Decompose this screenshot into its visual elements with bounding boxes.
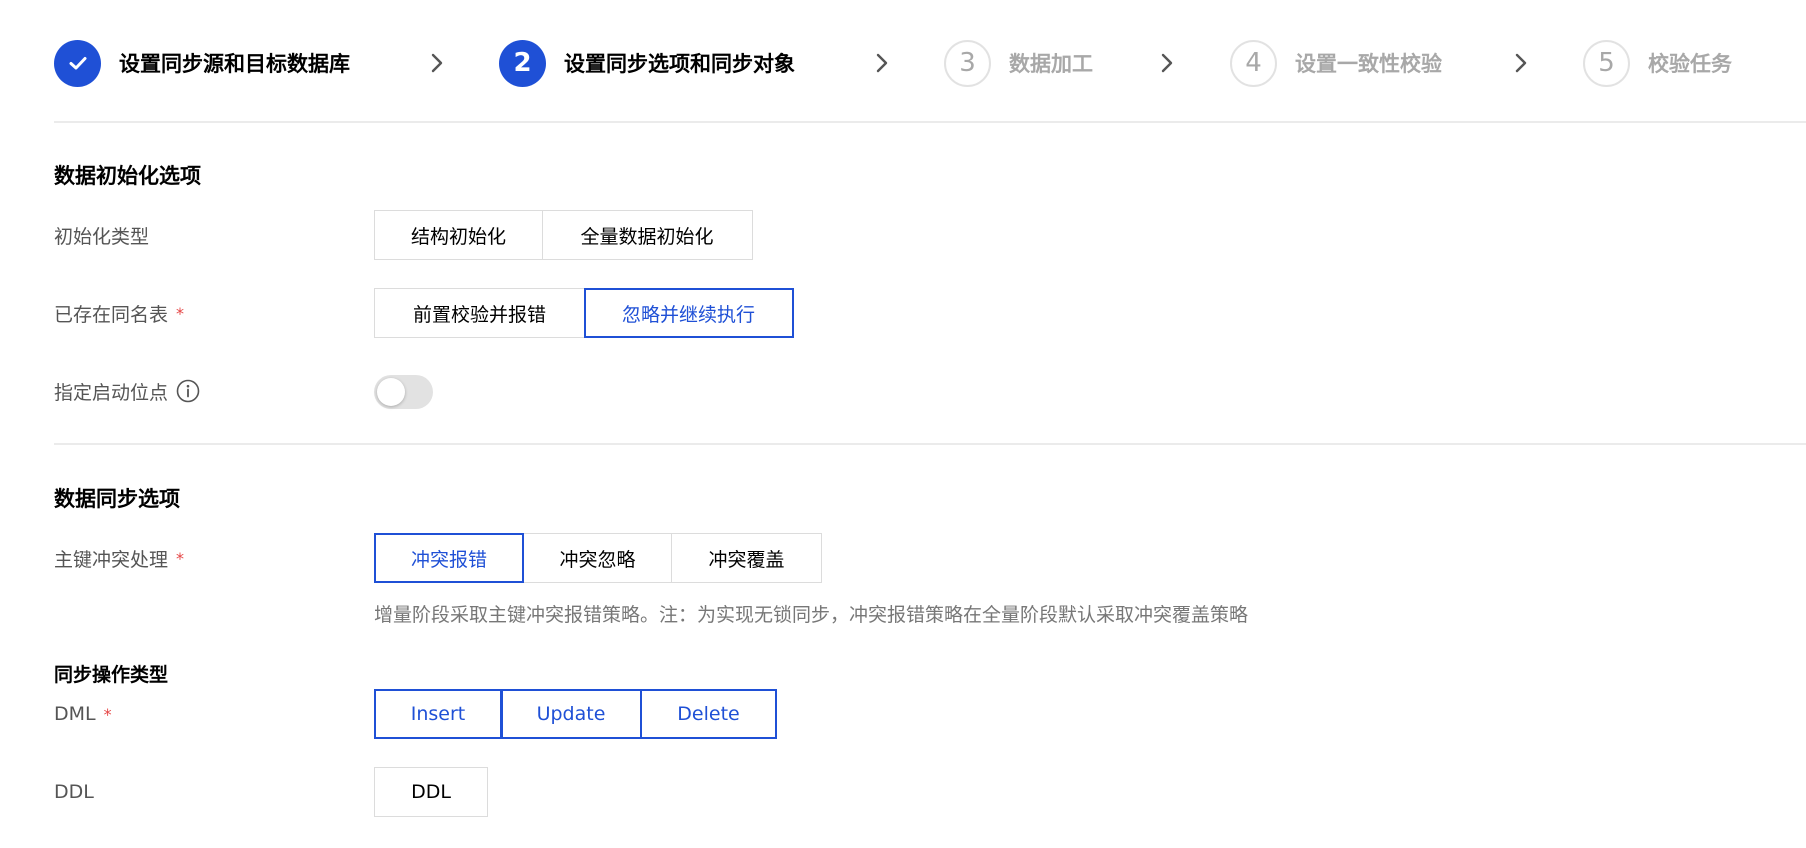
- step-4-label: 设置一致性校验: [1295, 52, 1442, 76]
- pk-conflict-hint: 增量阶段采取主键冲突报错策略。注：为实现无锁同步，冲突报错策略在全量阶段默认采取…: [374, 604, 1249, 626]
- existing-table-label: 已存在同名表 *: [54, 298, 184, 328]
- required-mark: *: [103, 704, 112, 724]
- step-3[interactable]: 3 数据加工: [944, 38, 1093, 88]
- init-type-options: 结构初始化 全量数据初始化: [374, 210, 753, 260]
- dml-label-text: DML: [54, 703, 96, 725]
- full-data-init-button[interactable]: 全量数据初始化: [541, 210, 753, 260]
- start-position-toggle[interactable]: [374, 375, 433, 409]
- step-2-label: 设置同步选项和同步对象: [564, 52, 795, 76]
- pk-conflict-label-text: 主键冲突处理: [54, 548, 169, 571]
- pk-conflict-options: 冲突报错 冲突忽略 冲突覆盖: [374, 533, 822, 583]
- toggle-knob: [377, 378, 405, 406]
- step-2[interactable]: 2 设置同步选项和同步对象: [499, 38, 795, 88]
- conflict-error-button[interactable]: 冲突报错: [374, 533, 524, 583]
- ddl-label: DDL: [54, 777, 94, 807]
- step-3-label: 数据加工: [1009, 52, 1093, 76]
- step-1[interactable]: 设置同步源和目标数据库: [54, 38, 350, 88]
- update-button[interactable]: Update: [500, 689, 642, 739]
- chevron-right-icon: [431, 53, 443, 73]
- divider: [54, 121, 1806, 123]
- ddl-label-text: DDL: [54, 781, 94, 803]
- init-type-label: 初始化类型: [54, 220, 149, 250]
- chevron-right-icon: [1515, 53, 1527, 73]
- step-indicator: 设置同步源和目标数据库 2 设置同步选项和同步对象 3 数据加工 4 设置一致性…: [54, 38, 1806, 88]
- sync-section-title: 数据同步选项: [54, 487, 180, 511]
- structure-init-button[interactable]: 结构初始化: [374, 210, 543, 260]
- required-mark: *: [176, 303, 185, 323]
- insert-button[interactable]: Insert: [374, 689, 502, 739]
- step-4-number: 4: [1230, 39, 1277, 87]
- dml-options: Insert Update Delete: [374, 689, 777, 739]
- step-2-number: 2: [499, 39, 546, 87]
- delete-button[interactable]: Delete: [640, 689, 777, 739]
- op-types-title: 同步操作类型: [54, 664, 169, 686]
- step-1-label: 设置同步源和目标数据库: [119, 52, 350, 76]
- ddl-options: DDL: [374, 767, 488, 817]
- pk-conflict-label: 主键冲突处理 *: [54, 543, 184, 573]
- dml-label: DML *: [54, 699, 112, 729]
- init-section-title: 数据初始化选项: [54, 164, 201, 188]
- divider: [54, 443, 1806, 445]
- chevron-right-icon: [1161, 53, 1173, 73]
- check-icon: [54, 39, 101, 87]
- existing-table-label-text: 已存在同名表: [54, 303, 169, 326]
- ddl-button[interactable]: DDL: [374, 767, 488, 817]
- existing-table-options: 前置校验并报错 忽略并继续执行: [374, 288, 794, 338]
- start-position-label: 指定启动位点: [54, 376, 200, 406]
- step-5-number: 5: [1583, 39, 1630, 87]
- step-5[interactable]: 5 校验任务: [1583, 38, 1732, 88]
- conflict-overwrite-button[interactable]: 冲突覆盖: [671, 533, 822, 583]
- conflict-ignore-button[interactable]: 冲突忽略: [522, 533, 673, 583]
- step-5-label: 校验任务: [1648, 52, 1732, 76]
- ignore-continue-button[interactable]: 忽略并继续执行: [583, 288, 794, 338]
- sync-task-config-page: 设置同步源和目标数据库 2 设置同步选项和同步对象 3 数据加工 4 设置一致性…: [0, 0, 1806, 848]
- start-position-label-text: 指定启动位点: [54, 381, 169, 404]
- precheck-error-button[interactable]: 前置校验并报错: [374, 288, 585, 338]
- step-3-number: 3: [944, 39, 991, 87]
- step-4[interactable]: 4 设置一致性校验: [1230, 38, 1442, 88]
- chevron-right-icon: [876, 53, 888, 73]
- init-type-label-text: 初始化类型: [54, 225, 150, 248]
- required-mark: *: [176, 548, 185, 568]
- info-icon[interactable]: [176, 379, 200, 403]
